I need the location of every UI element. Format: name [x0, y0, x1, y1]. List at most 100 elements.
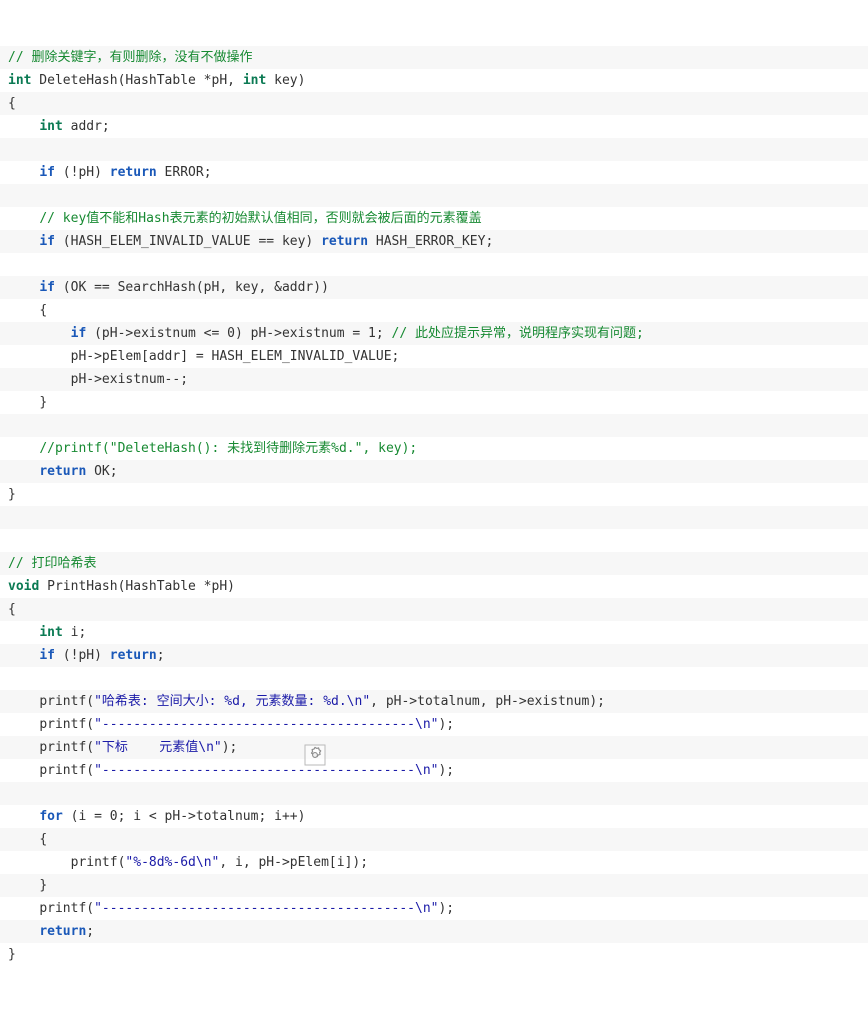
code-token-plain: ERROR;	[156, 165, 212, 180]
code-token-plain: addr;	[62, 119, 110, 134]
code-token-kw: return	[109, 648, 157, 663]
code-token-comment: // key值不能和Hash表元素的初始默认值相同，否则就会被后面的元素覆盖	[39, 211, 482, 226]
code-line: {	[0, 828, 868, 851]
code-token-plain: }	[8, 947, 16, 962]
code-token-kw: if	[39, 165, 55, 180]
code-line: }	[0, 943, 868, 966]
code-token-plain: {	[39, 303, 48, 318]
code-line: pH->existnum--;	[0, 368, 868, 391]
code-token-plain: HASH_ERROR_KEY;	[368, 234, 494, 249]
code-token-plain: OK;	[86, 464, 118, 479]
code-line: pH->pElem[addr] = HASH_ELEM_INVALID_VALU…	[0, 345, 868, 368]
code-token-plain: }	[8, 487, 16, 502]
code-line	[0, 138, 868, 161]
code-token-plain: (!pH)	[54, 165, 110, 180]
code-token-plain: );	[438, 717, 455, 732]
code-lines-container: // 删除关键字，有则删除，没有不做操作 int DeleteHash(HashT…	[0, 46, 868, 966]
code-token-kw: return	[39, 464, 87, 479]
code-token-plain: PrintHash(HashTable *pH)	[39, 579, 235, 594]
code-token-plain: }	[39, 878, 48, 893]
code-token-plain: (OK == SearchHash(pH, key, &addr))	[54, 280, 329, 295]
code-token-plain: (i = 0; i < pH->totalnum; i++)	[62, 809, 306, 824]
code-token-kw: for	[39, 809, 63, 824]
code-token-plain: key)	[266, 73, 306, 88]
code-token-plain: (!pH)	[54, 648, 110, 663]
code-token-comment: // 打印哈希表	[8, 556, 97, 571]
code-token-string: "%-8d%-6d\n"	[125, 855, 220, 870]
code-token-comment: // 删除关键字，有则删除，没有不做操作	[8, 50, 253, 65]
code-token-plain: printf(	[39, 901, 95, 916]
code-token-plain: printf(	[39, 763, 95, 778]
code-line: }	[0, 874, 868, 897]
code-line: }	[0, 391, 868, 414]
code-line: void PrintHash(HashTable *pH)	[0, 575, 868, 598]
code-line: // 打印哈希表	[0, 552, 868, 575]
code-line: printf("--------------------------------…	[0, 713, 868, 736]
code-token-type: int	[8, 73, 32, 88]
code-token-kw: if	[39, 648, 55, 663]
code-token-string: "---------------------------------------…	[94, 763, 439, 778]
code-token-comment: //printf("DeleteHash(): 未找到待删除元素%d.", ke…	[39, 441, 418, 456]
code-token-plain: , pH->totalnum, pH->existnum);	[370, 694, 605, 709]
code-listing[interactable]: // 删除关键字，有则删除，没有不做操作 int DeleteHash(HashT…	[0, 0, 868, 1035]
code-line: {	[0, 299, 868, 322]
code-token-plain: }	[39, 395, 48, 410]
code-line	[0, 667, 868, 690]
code-token-plain: printf(	[70, 855, 126, 870]
code-token-plain: pH->existnum--;	[70, 372, 189, 387]
code-token-plain: i;	[62, 625, 87, 640]
code-line: if (HASH_ELEM_INVALID_VALUE == key) retu…	[0, 230, 868, 253]
code-token-kw: return	[321, 234, 369, 249]
code-line: printf("哈希表: 空间大小: %d, 元素数量: %d.\n", pH-…	[0, 690, 868, 713]
code-token-plain: ;	[156, 648, 165, 663]
code-token-kw: if	[70, 326, 87, 341]
code-line: // key值不能和Hash表元素的初始默认值相同，否则就会被后面的元素覆盖	[0, 207, 868, 230]
code-line	[0, 529, 868, 552]
code-token-type: int	[39, 625, 63, 640]
code-token-plain: );	[438, 763, 455, 778]
code-token-type: void	[8, 579, 40, 594]
code-token-string: "---------------------------------------…	[94, 901, 439, 916]
code-token-plain: {	[8, 96, 16, 111]
code-token-string: "哈希表: 空间大小: %d, 元素数量: %d.\n"	[94, 694, 371, 709]
code-line	[0, 782, 868, 805]
code-token-plain: ;	[86, 924, 95, 939]
code-token-plain: printf(	[39, 740, 95, 755]
code-token-kw: if	[39, 234, 55, 249]
code-line: if (pH->existnum <= 0) pH->existnum = 1;…	[0, 322, 868, 345]
code-token-type: int	[242, 73, 267, 88]
code-line	[0, 253, 868, 276]
code-line: }	[0, 483, 868, 506]
code-line: printf("--------------------------------…	[0, 897, 868, 920]
code-line: if (OK == SearchHash(pH, key, &addr))	[0, 276, 868, 299]
code-token-plain: , i, pH->pElem[i]);	[219, 855, 369, 870]
code-line: {	[0, 598, 868, 621]
code-line	[0, 184, 868, 207]
code-line	[0, 506, 868, 529]
code-token-plain: );	[221, 740, 238, 755]
code-line: for (i = 0; i < pH->totalnum; i++)	[0, 805, 868, 828]
code-line	[0, 414, 868, 437]
code-line: return;	[0, 920, 868, 943]
code-line: int i;	[0, 621, 868, 644]
code-line: printf("%-8d%-6d\n", i, pH->pElem[i]);	[0, 851, 868, 874]
